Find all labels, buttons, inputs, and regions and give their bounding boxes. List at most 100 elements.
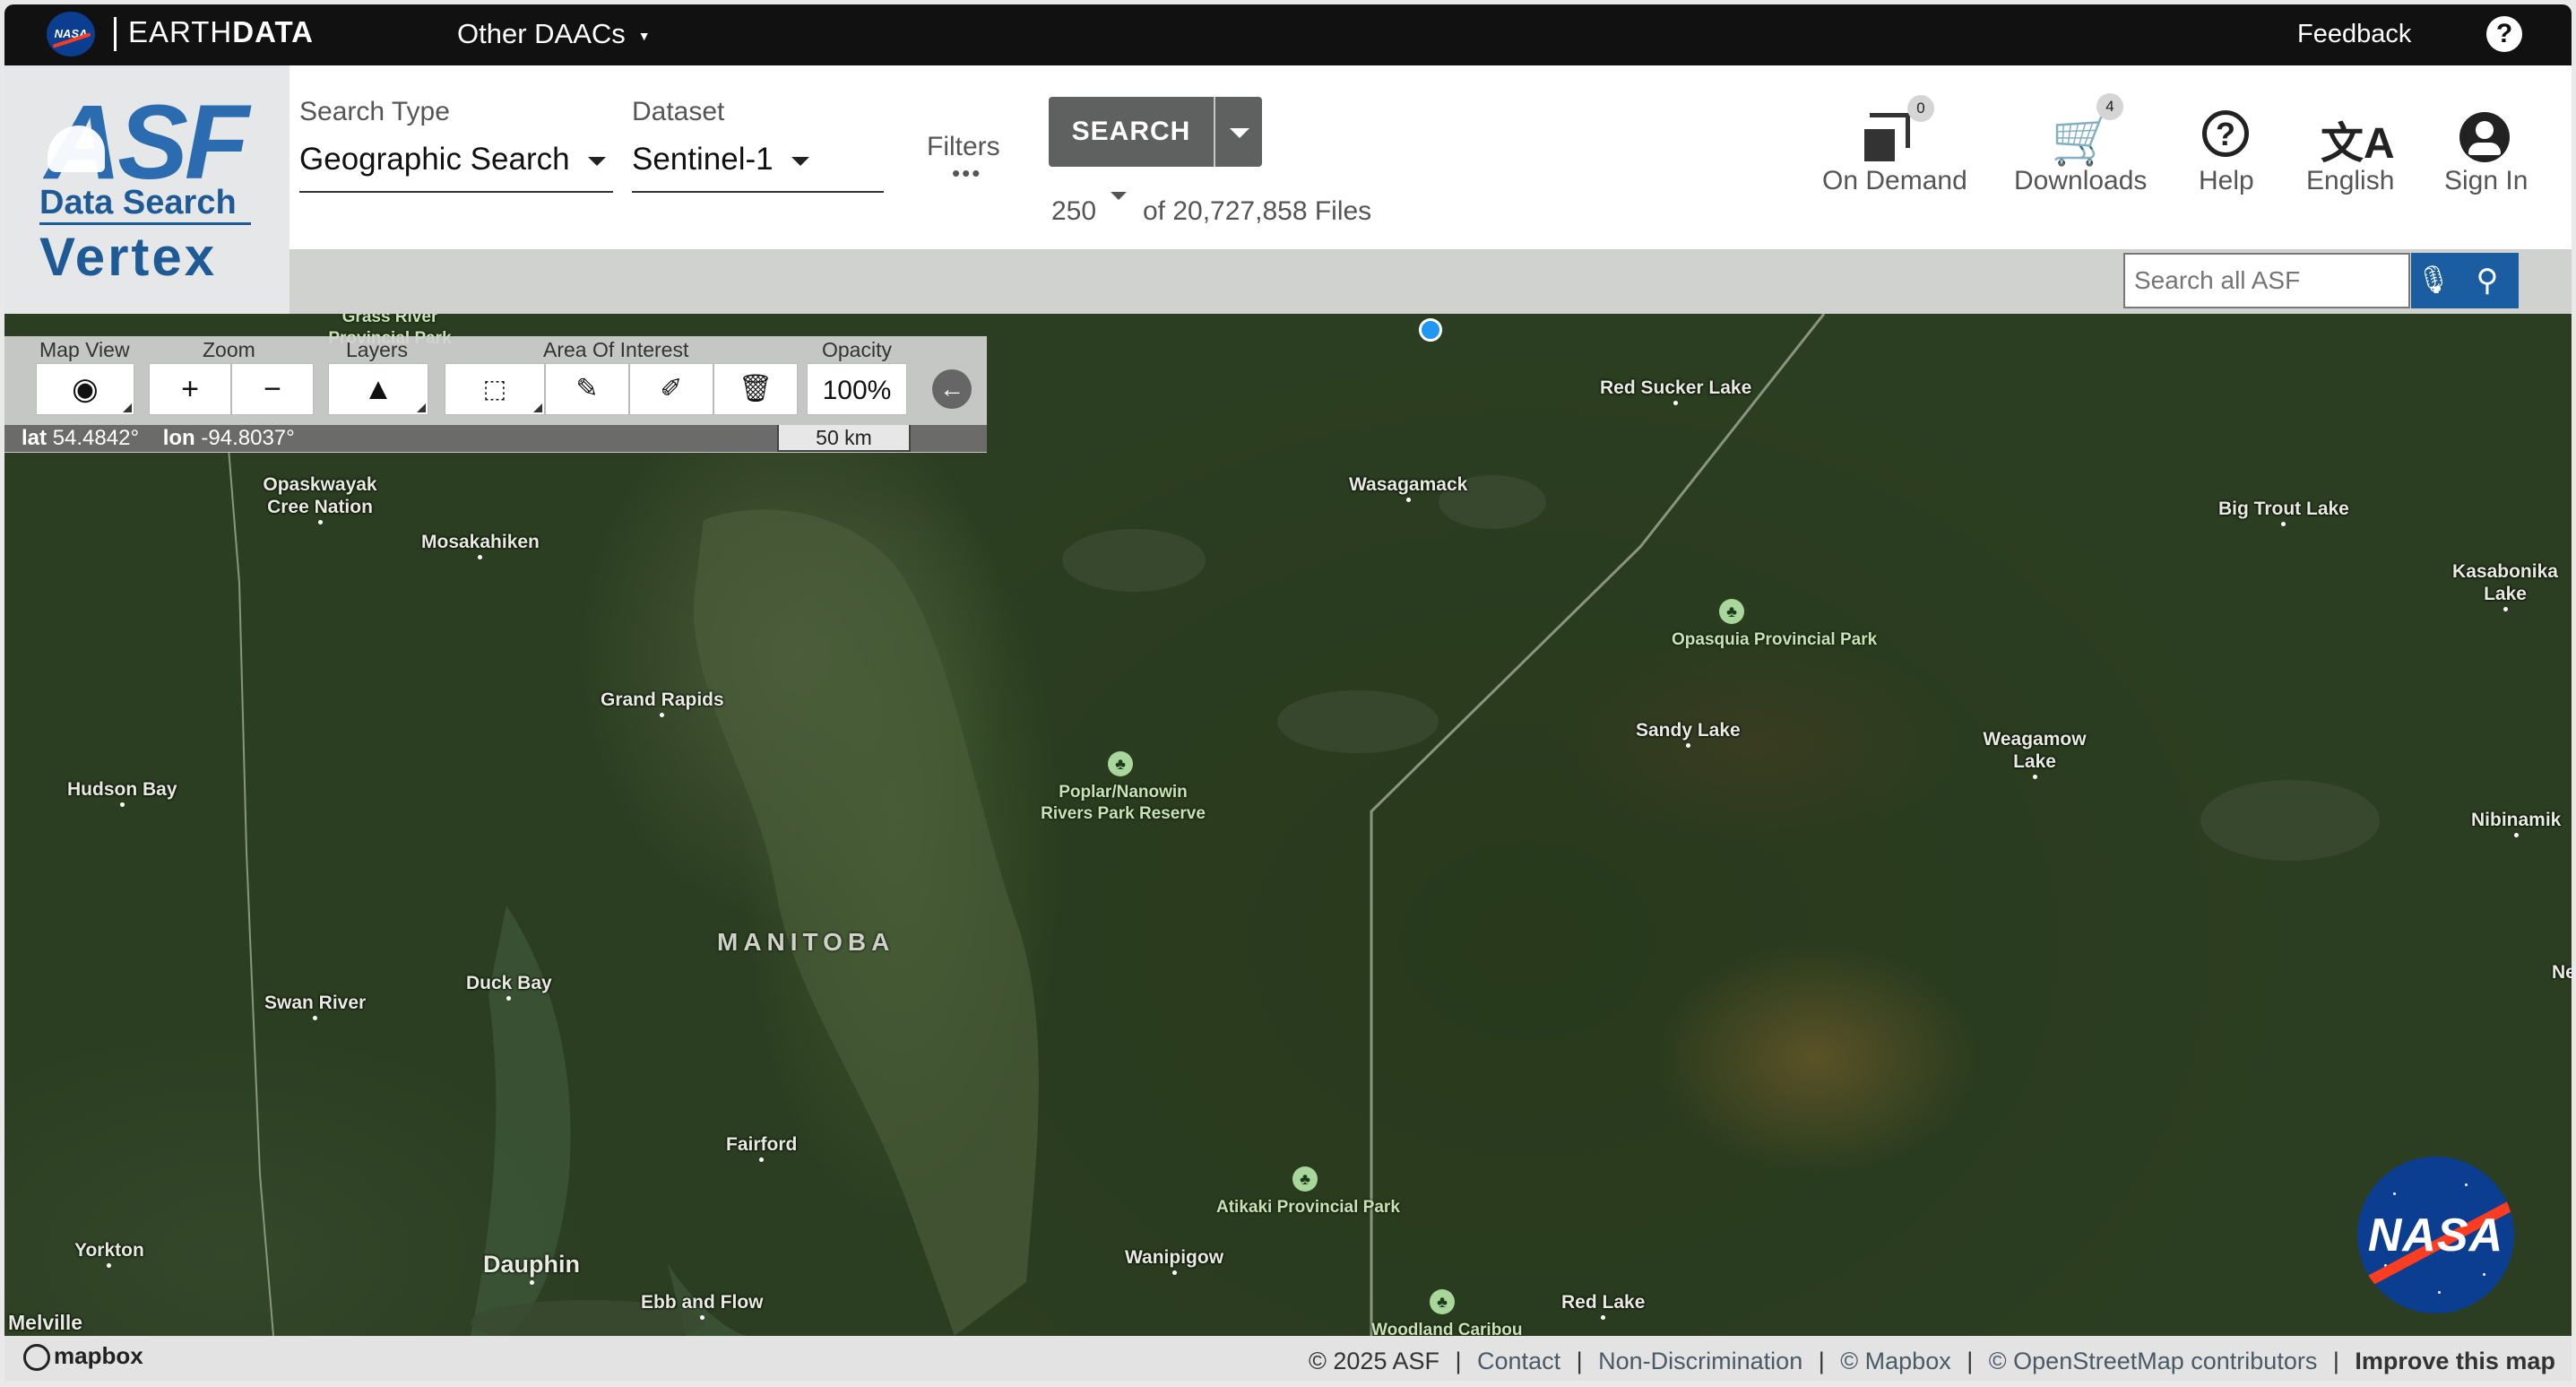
place-label: Red Lake: [1561, 1291, 1645, 1321]
layers-button[interactable]: ▲: [328, 363, 428, 415]
park-label: Poplar/Nanowin Rivers Park Reserve: [1041, 783, 1206, 823]
more-dots-icon[interactable]: •••: [952, 160, 981, 187]
place-label: Ne: [2552, 962, 2572, 983]
clear-aoi-button[interactable]: 🗑: [713, 363, 798, 415]
bounding-box-icon: ⬚: [482, 375, 507, 403]
place-label: Swan River: [264, 992, 366, 1021]
map-view-button[interactable]: ◉: [36, 363, 134, 415]
other-daacs-menu[interactable]: Other DAACs ▼: [457, 18, 651, 50]
caret-down-icon: [587, 156, 606, 166]
footer-links: © 2025 ASF | Contact | Non-Discriminatio…: [1309, 1348, 2555, 1374]
split-divider: [1214, 97, 1215, 167]
mountain-layers-icon: ▲: [363, 372, 393, 406]
place-label: Wanipigow: [1125, 1246, 1223, 1276]
on-demand-button[interactable]: On Demand: [1822, 166, 1967, 196]
search-all-asf-input[interactable]: [2123, 253, 2410, 308]
draw-polygon-button[interactable]: ✎: [545, 363, 629, 415]
place-label: Ebb and Flow: [641, 1291, 764, 1321]
sign-in-button[interactable]: Sign In: [2444, 166, 2528, 196]
park-icon: ♣: [1292, 1166, 1318, 1192]
park-label: Woodland Caribou: [1371, 1321, 1523, 1336]
coordinates-readout: lat 54.4842° lon -94.8037°: [22, 426, 295, 450]
nasa-logo-icon[interactable]: NASA: [47, 12, 95, 56]
place-label: Melville: [8, 1311, 83, 1334]
map-scale: 50 km: [777, 425, 911, 452]
caret-down-icon: [791, 156, 809, 166]
park-label: Atikaki Provincial Park: [1216, 1198, 1400, 1217]
place-label: Dauphin: [483, 1250, 580, 1286]
place-label: Nibinamik: [2471, 809, 2561, 838]
osm-credit-link[interactable]: © OpenStreetMap contributors: [1989, 1348, 2318, 1374]
downloads-button[interactable]: Downloads: [2014, 166, 2147, 196]
on-demand-badge: 0: [1907, 95, 1934, 122]
downloads-badge: 4: [2096, 93, 2123, 120]
non-discrimination-link[interactable]: Non-Discrimination: [1598, 1348, 1802, 1374]
place-label: Duck Bay: [466, 972, 552, 1001]
province-border: [228, 314, 1826, 1336]
park-icon: ♣: [1430, 1289, 1455, 1314]
translate-icon[interactable]: 文A: [2321, 108, 2395, 170]
search-icon[interactable]: ⚲: [2456, 253, 2519, 308]
trash-icon: 🗑: [738, 374, 774, 403]
map-view-label: Map View: [39, 338, 130, 361]
mapbox-icon: [23, 1344, 50, 1372]
place-label: Opaskwayak Cree Nation: [257, 473, 383, 525]
place-label: Sandy Lake: [1636, 719, 1741, 749]
place-label: Fairford: [726, 1133, 797, 1163]
place-label: Grand Rapids: [601, 689, 724, 718]
map-canvas[interactable]: Red Sucker Lake Wasagamack Big Trout Lak…: [4, 314, 2572, 1336]
opacity-button[interactable]: 100%: [807, 363, 907, 415]
help-circle-icon[interactable]: ?: [2486, 16, 2522, 52]
contact-link[interactable]: Contact: [1477, 1348, 1560, 1374]
park-label: Opasquia Provincial Park: [1672, 630, 1878, 649]
vertex-title: Vertex: [39, 227, 218, 287]
nasa-logo-icon: NASA: [2357, 1157, 2514, 1313]
help-button[interactable]: Help: [2199, 166, 2254, 196]
improve-map-link[interactable]: Improve this map: [2355, 1348, 2555, 1374]
search-type-select[interactable]: Geographic Search: [299, 142, 606, 178]
caret-down-icon[interactable]: [1111, 192, 1127, 200]
globe-icon: ◉: [72, 372, 99, 406]
mapbox-credit-link[interactable]: © Mapbox: [1840, 1348, 1950, 1374]
place-label: Mosakahiken: [421, 531, 540, 560]
dataset-select[interactable]: Sentinel-1: [632, 142, 809, 178]
search-type-label: Search Type: [299, 97, 450, 126]
search-options-caret-icon[interactable]: [1230, 128, 1249, 138]
pencil-icon: ✎: [575, 374, 599, 403]
logo-divider: [39, 222, 251, 225]
edit-pencil-icon: ✐: [660, 374, 683, 403]
feedback-link[interactable]: Feedback: [2297, 20, 2411, 49]
search-button-label[interactable]: SEARCH: [1049, 97, 1214, 167]
dataset-label: Dataset: [632, 97, 725, 126]
place-label: Kasabonika Lake: [2451, 560, 2559, 612]
mapbox-logo[interactable]: mapbox: [23, 1342, 143, 1372]
file-count: of 20,727,858 Files: [1143, 196, 1372, 226]
account-circle-icon[interactable]: [2459, 112, 2510, 162]
data-search-title: Data Search: [39, 184, 237, 221]
zoom-in-button[interactable]: +: [149, 363, 231, 415]
help-icon[interactable]: ?: [2202, 110, 2249, 157]
divider: [114, 17, 117, 51]
province-label: MANITOBA: [717, 928, 895, 956]
copyright: © 2025 ASF: [1309, 1348, 1439, 1374]
park-icon: ♣: [1719, 599, 1744, 624]
opacity-label: Opacity: [822, 338, 892, 361]
location-marker[interactable]: [1419, 318, 1442, 342]
collapse-toolbar-arrow-icon[interactable]: ←: [932, 369, 972, 409]
aoi-label: Area Of Interest: [543, 338, 689, 361]
zoom-out-button[interactable]: −: [231, 363, 314, 415]
place-label: Red Sucker Lake: [1600, 377, 1751, 406]
language-button[interactable]: English: [2306, 166, 2394, 196]
select-underline: [632, 191, 884, 193]
draw-box-button[interactable]: ⬚: [445, 363, 545, 415]
max-results-select[interactable]: 250: [1051, 196, 1096, 227]
microphone-icon[interactable]: 🎙: [2411, 253, 2456, 308]
select-underline: [299, 191, 613, 193]
filters-button[interactable]: Filters: [927, 132, 1000, 162]
zoom-label: Zoom: [203, 338, 255, 361]
edit-aoi-button[interactable]: ✐: [629, 363, 713, 415]
earthdata-link[interactable]: EARTHDATA: [128, 15, 314, 49]
place-label: Yorkton: [74, 1239, 144, 1269]
caret-down-icon: ▼: [637, 28, 651, 43]
on-demand-icon[interactable]: [1864, 113, 1918, 162]
